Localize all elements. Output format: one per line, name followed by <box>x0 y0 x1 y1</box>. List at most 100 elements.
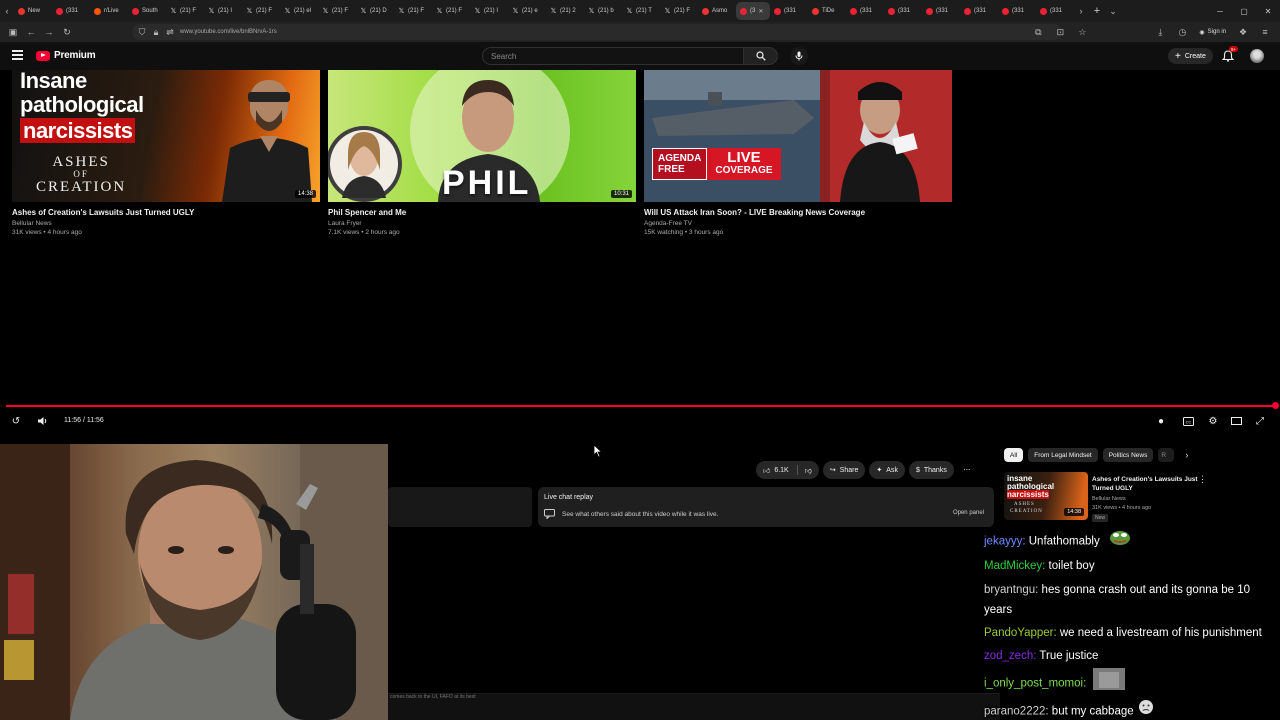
fullscreen-icon[interactable]: ⤢ <box>1253 415 1267 427</box>
thumbs-down-icon[interactable]: 👎︎ <box>805 466 812 475</box>
browser-tab[interactable]: New <box>14 2 52 20</box>
browser-tab[interactable]: 𝕏 (21) F <box>318 2 356 20</box>
browser-tab[interactable]: 𝕏 (21) I <box>204 2 242 20</box>
description-box[interactable] <box>388 487 532 527</box>
notifications-button[interactable]: 9+ <box>1221 46 1239 63</box>
settings-gear-icon[interactable]: ⚙ <box>1206 415 1220 427</box>
autoplay-toggle-icon[interactable]: ● <box>1154 415 1168 427</box>
youtube-logo[interactable]: Premium <box>36 50 96 61</box>
chip-all[interactable]: All <box>1004 448 1024 462</box>
tab-scroll-left-icon[interactable]: ‹ <box>0 6 14 16</box>
download-icon[interactable]: ⤓ <box>1151 27 1169 38</box>
chat-username[interactable]: zod_zech <box>984 650 1033 662</box>
browser-tab[interactable]: 𝕏 (21) F <box>432 2 470 20</box>
share-button[interactable]: ↪ Share <box>822 461 866 479</box>
browser-tab[interactable]: (331 <box>1036 2 1074 20</box>
theater-mode-icon[interactable] <box>1229 415 1243 427</box>
browser-tab[interactable]: 𝕏 (21) T <box>622 2 660 20</box>
browser-tab[interactable]: 𝕏 (21) I <box>470 2 508 20</box>
maximize-icon[interactable]: ▢ <box>1232 7 1256 16</box>
chat-username[interactable]: MadMickey <box>984 560 1042 572</box>
close-tab-icon[interactable]: ✕ <box>758 8 763 15</box>
progress-bar[interactable] <box>6 405 1276 407</box>
chip-truncated[interactable]: R <box>1158 448 1175 462</box>
chat-username[interactable]: bryantngu <box>984 584 1035 596</box>
video-thumbnail[interactable]: Insane pathological narcissists ASHES OF… <box>12 70 320 202</box>
more-vert-icon[interactable]: ⋮ <box>1198 474 1207 485</box>
minimize-icon[interactable]: ─ <box>1208 7 1232 16</box>
chat-username[interactable]: jekayyy <box>984 536 1022 548</box>
tab-scroll-right-icon[interactable]: › <box>1074 6 1088 16</box>
extensions-icon[interactable]: ❖ <box>1234 27 1252 38</box>
channel-name[interactable]: Bellular News <box>12 220 320 227</box>
more-actions-button[interactable]: ⋯ <box>958 461 976 479</box>
sidebar-toggle-icon[interactable]: ▣ <box>4 27 22 38</box>
video-title[interactable]: Ashes of Creation's Lawsuits Just Turned… <box>12 208 320 217</box>
address-bar[interactable]: ⛉ 🔒︎ ⇌ www.youtube.com/live/bnlBNrvA-1rs <box>132 24 1062 40</box>
browser-tab[interactable]: Asmo <box>698 2 736 20</box>
bookmark-star-icon[interactable]: ☆ <box>1073 27 1091 38</box>
close-window-icon[interactable]: ✕ <box>1256 7 1280 16</box>
browser-tab[interactable]: TiDe <box>808 2 846 20</box>
browser-tab[interactable]: (3 ✕ <box>736 2 770 20</box>
site-settings-icon[interactable]: ⇌ <box>166 27 174 38</box>
sign-in-button[interactable]: ◉ Sign in <box>1195 29 1230 36</box>
browser-tab[interactable]: 𝕏 (21) F <box>242 2 280 20</box>
browser-tab[interactable]: 𝕏 (21) 2 <box>546 2 584 20</box>
create-button[interactable]: + Create <box>1168 48 1213 64</box>
lock-icon[interactable]: 🔒︎ <box>152 27 160 38</box>
chat-username[interactable]: PandoYapper <box>984 627 1053 639</box>
recommended-title[interactable]: Ashes of Creation's Lawsuits Just Turned… <box>1092 475 1202 493</box>
browser-tab[interactable]: South <box>128 2 166 20</box>
video-title[interactable]: Phil Spencer and Me <box>328 208 636 217</box>
video-thumbnail[interactable]: AGENDA FREE LIVE COVERAGE <box>644 70 952 202</box>
browser-tab[interactable]: (331 <box>922 2 960 20</box>
back-icon[interactable]: ← <box>22 27 40 37</box>
browser-tab[interactable]: 𝕏 (21) F <box>660 2 698 20</box>
end-screen-video-3[interactable]: AGENDA FREE LIVE COVERAGE Will US Attack… <box>644 70 952 236</box>
browser-tab[interactable]: 𝕏 (21) D <box>356 2 394 20</box>
browser-tab[interactable]: (331 <box>998 2 1036 20</box>
chip-from-legal-mindset[interactable]: From Legal Mindset <box>1028 448 1098 462</box>
browser-tab[interactable]: 𝕏 (21) b <box>584 2 622 20</box>
browser-tab[interactable]: 𝕏 (21) el <box>280 2 318 20</box>
browser-tab[interactable]: 𝕏 (21) e <box>508 2 546 20</box>
tab-search-icon[interactable]: ⌄ <box>1106 6 1120 17</box>
channel-name[interactable]: Agenda-Free TV <box>644 220 952 227</box>
like-button[interactable]: 👍︎ 6.1K 👎︎ <box>756 461 819 479</box>
channel-name[interactable]: Laura Fryer <box>328 220 636 227</box>
browser-tab[interactable]: 𝕏 (21) F <box>394 2 432 20</box>
end-screen-video-2[interactable]: PHIL 10:31 Phil Spencer and Me Laura Fry… <box>328 70 636 236</box>
recommended-video[interactable]: insane pathological narcissists ASHES CR… <box>1004 472 1276 522</box>
browser-tab[interactable]: (331 <box>884 2 922 20</box>
open-panel-button[interactable]: Open panel <box>953 510 984 516</box>
url-text[interactable]: www.youtube.com/live/bnlBNrvA-1rs <box>180 29 277 35</box>
scrubber-handle[interactable] <box>1272 402 1279 409</box>
chevron-right-icon[interactable]: › <box>1185 450 1188 460</box>
guide-menu-icon[interactable] <box>12 50 23 60</box>
browser-tab[interactable]: (331 <box>770 2 808 20</box>
browser-tab[interactable]: 𝕏 (21) F <box>166 2 204 20</box>
recommended-channel[interactable]: Bellular News <box>1092 496 1126 502</box>
video-thumbnail[interactable]: PHIL 10:31 <box>328 70 636 202</box>
chat-username[interactable]: parano2222 <box>984 706 1045 718</box>
video-title[interactable]: Will US Attack Iran Soon? - LIVE Breakin… <box>644 208 952 217</box>
search-button[interactable] <box>744 47 778 65</box>
history-icon[interactable]: ◷ <box>1173 27 1191 38</box>
search-input[interactable]: Search <box>482 47 744 65</box>
browser-tab[interactable]: (331 <box>846 2 884 20</box>
browser-tab[interactable]: r/Live <box>90 2 128 20</box>
new-tab-button[interactable]: + <box>1088 5 1106 17</box>
open-in-app-icon[interactable]: ⧉ <box>1029 27 1047 38</box>
browser-tab[interactable]: (331 <box>960 2 998 20</box>
voice-search-button[interactable] <box>790 47 808 65</box>
thanks-button[interactable]: $ Thanks <box>908 461 954 479</box>
chip-politics-news[interactable]: Politics News <box>1102 448 1154 462</box>
captions-icon[interactable]: CC <box>1181 415 1195 427</box>
volume-icon[interactable] <box>35 415 49 427</box>
recommended-thumbnail[interactable]: insane pathological narcissists ASHES CR… <box>1004 472 1088 520</box>
ask-button[interactable]: ✦ Ask <box>869 461 905 479</box>
shield-icon[interactable]: ⛉ <box>138 27 146 38</box>
account-avatar[interactable] <box>1250 49 1264 63</box>
forward-icon[interactable]: → <box>40 27 58 37</box>
